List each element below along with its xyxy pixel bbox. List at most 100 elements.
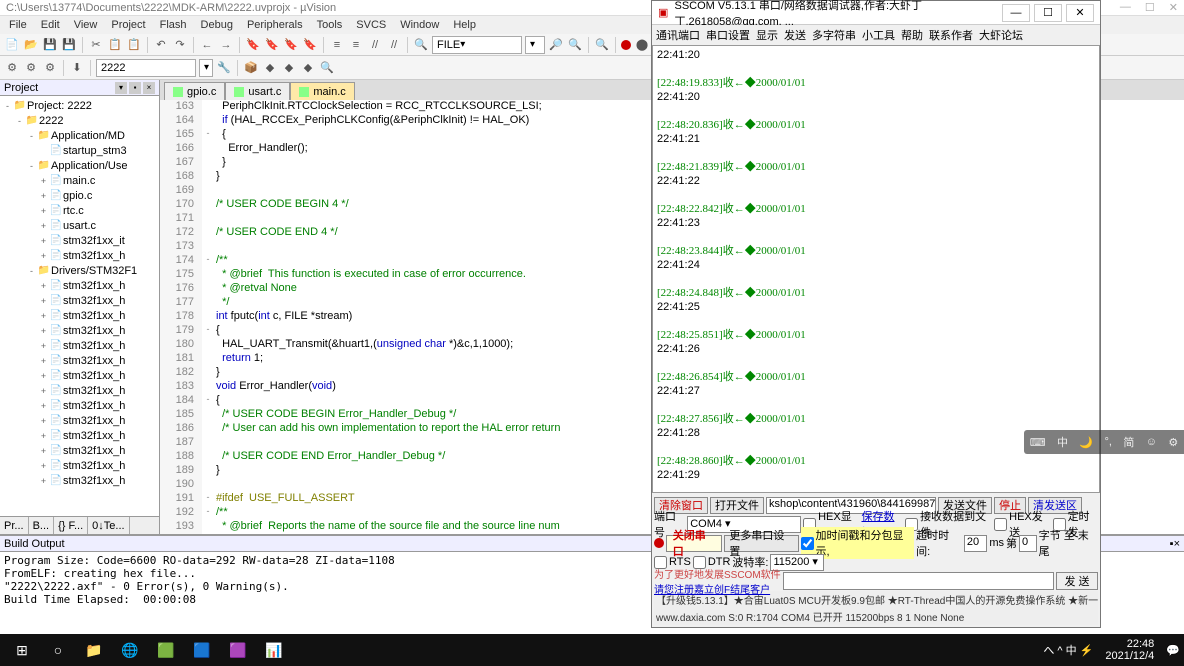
saveall-icon[interactable]: 💾	[61, 37, 77, 53]
tree-item[interactable]: +📄stm32f1xx_h	[2, 443, 157, 458]
outdent-icon[interactable]: ≡	[348, 37, 364, 53]
find-icon[interactable]: 🔍	[413, 37, 429, 53]
tree-item[interactable]: +📄stm32f1xx_h	[2, 458, 157, 473]
sscom-maximize[interactable]: ☐	[1034, 4, 1062, 22]
ime-icon[interactable]: ⌨	[1030, 436, 1046, 449]
panel-btn[interactable]: ▾	[115, 82, 127, 94]
manage2-icon[interactable]: ◆	[262, 60, 278, 76]
open-file-button[interactable]: 打开文件	[710, 497, 764, 514]
proj-tab[interactable]: B...	[29, 517, 55, 534]
uncomment-icon[interactable]: //	[386, 37, 402, 53]
tree-item[interactable]: +📄stm32f1xx_h	[2, 248, 157, 263]
proj-tab[interactable]: Pr...	[0, 517, 29, 534]
tree-item[interactable]: +📄stm32f1xx_h	[2, 398, 157, 413]
tree-item[interactable]: +📄gpio.c	[2, 188, 157, 203]
project-tabs[interactable]: Pr...B...{} F...0↓Te...	[0, 516, 159, 534]
panel-close[interactable]: ×	[143, 82, 155, 94]
tree-item[interactable]: +📄stm32f1xx_h	[2, 368, 157, 383]
tree-item[interactable]: +📄stm32f1xx_h	[2, 278, 157, 293]
ime-icon[interactable]: ☺	[1146, 436, 1157, 448]
menu-edit[interactable]: Edit	[36, 18, 65, 32]
taskbar-app-icon[interactable]: ⊞	[4, 634, 40, 666]
send-button[interactable]: 发 送	[1056, 572, 1098, 590]
menu-debug[interactable]: Debug	[196, 18, 238, 32]
tree-item[interactable]: -📁Application/MD	[2, 128, 157, 143]
paste-icon[interactable]: 📋	[126, 37, 142, 53]
file-tab-main.c[interactable]: main.c	[290, 82, 354, 100]
redo-icon[interactable]: ↷	[172, 37, 188, 53]
sscom-menubar[interactable]: 通讯端口串口设置显示发送多字符串小工具帮助联系作者大虾论坛	[652, 25, 1100, 45]
tree-item[interactable]: -📁Drivers/STM32F1	[2, 263, 157, 278]
ime-bar[interactable]: ⌨中🌙°,简☺⚙	[1024, 430, 1184, 454]
manage3-icon[interactable]: ◆	[281, 60, 297, 76]
sscom-menu-item[interactable]: 多字符串	[812, 27, 856, 43]
menu-view[interactable]: View	[69, 18, 103, 32]
tree-item[interactable]: +📄stm32f1xx_h	[2, 383, 157, 398]
taskbar-app-icon[interactable]: 🟦	[184, 634, 220, 666]
tree-item[interactable]: -📁2222	[2, 113, 157, 128]
menu-project[interactable]: Project	[106, 18, 150, 32]
bookmark2-icon[interactable]: 🔖	[264, 37, 280, 53]
search-icon[interactable]: 🔍	[567, 37, 583, 53]
tree-item[interactable]: -📁Application/Use	[2, 158, 157, 173]
send-input[interactable]	[783, 572, 1054, 590]
sscom-log[interactable]: 22:41:20 [22:48:19.833]收←◆2000/01/01 22:…	[652, 45, 1100, 493]
menu-peripherals[interactable]: Peripherals	[242, 18, 308, 32]
project-tree[interactable]: -📁Project: 2222-📁2222-📁Application/MD📄st…	[0, 96, 159, 516]
save-icon[interactable]: 💾	[42, 37, 58, 53]
back-icon[interactable]: ←	[199, 37, 215, 53]
ime-icon[interactable]: 简	[1123, 434, 1134, 450]
taskbar-app-icon[interactable]: 🟪	[220, 634, 256, 666]
tree-item[interactable]: +📄stm32f1xx_h	[2, 293, 157, 308]
taskbar[interactable]: ⊞○📁🌐🟩🟦🟪📊 へ ^ 中 ⚡ 22:48 2021/12/4 💬	[0, 634, 1184, 666]
target-combo[interactable]: 2222	[96, 59, 196, 77]
menu-window[interactable]: Window	[395, 18, 444, 32]
taskbar-app-icon[interactable]: 🌐	[112, 634, 148, 666]
sscom-menu-item[interactable]: 串口设置	[706, 27, 750, 43]
sscom-menu-item[interactable]: 帮助	[901, 27, 923, 43]
minimize-icon[interactable]: —	[1120, 1, 1131, 14]
tree-item[interactable]: +📄stm32f1xx_it	[2, 233, 157, 248]
tree-item[interactable]: +📄stm32f1xx_h	[2, 323, 157, 338]
tree-item[interactable]: +📄main.c	[2, 173, 157, 188]
copy-icon[interactable]: 📋	[107, 37, 123, 53]
menu-help[interactable]: Help	[448, 18, 481, 32]
sscom-menu-item[interactable]: 通讯端口	[656, 27, 700, 43]
sscom-menu-item[interactable]: 发送	[784, 27, 806, 43]
fwd-icon[interactable]: →	[218, 37, 234, 53]
notifications-icon[interactable]: 💬	[1166, 644, 1180, 657]
ime-icon[interactable]: 中	[1057, 434, 1068, 450]
debug-icon[interactable]: 🔍	[594, 37, 610, 53]
bookmark4-icon[interactable]: 🔖	[302, 37, 318, 53]
sscom-minimize[interactable]: —	[1002, 4, 1030, 22]
undo-icon[interactable]: ↶	[153, 37, 169, 53]
taskbar-app-icon[interactable]: 🟩	[148, 634, 184, 666]
frame-input[interactable]: 0	[1019, 535, 1037, 552]
ime-icon[interactable]: ⚙	[1168, 436, 1178, 449]
open-icon[interactable]: 📂	[23, 37, 39, 53]
ime-icon[interactable]: °,	[1104, 436, 1111, 448]
sscom-close[interactable]: ✕	[1066, 4, 1094, 22]
taskbar-clock[interactable]: 22:48 2021/12/4	[1099, 638, 1160, 662]
menu-tools[interactable]: Tools	[312, 18, 348, 32]
load-icon[interactable]: ⬇	[69, 60, 85, 76]
sscom-titlebar[interactable]: ▣ SSCOM V5.13.1 串口/网络数据调试器,作者:大虾丁丁,26180…	[652, 1, 1100, 25]
tree-item[interactable]: -📁Project: 2222	[2, 98, 157, 113]
tray-icons[interactable]: へ ^ 中 ⚡	[1043, 642, 1093, 658]
tree-item[interactable]: +📄stm32f1xx_h	[2, 428, 157, 443]
timeout-input[interactable]: 20	[964, 535, 987, 552]
new-icon[interactable]: 📄	[4, 37, 20, 53]
tree-item[interactable]: +📄stm32f1xx_h	[2, 338, 157, 353]
manage4-icon[interactable]: ◆	[300, 60, 316, 76]
clean-icon[interactable]: ⚙	[42, 60, 58, 76]
break-icon[interactable]: ⬤	[634, 37, 650, 53]
record-icon[interactable]	[621, 40, 631, 50]
bookmark-icon[interactable]: 🔖	[245, 37, 261, 53]
sscom-menu-item[interactable]: 大虾论坛	[979, 27, 1023, 43]
sscom-menu-item[interactable]: 小工具	[862, 27, 895, 43]
menu-flash[interactable]: Flash	[155, 18, 192, 32]
maximize-icon[interactable]: ☐	[1145, 1, 1155, 14]
manage5-icon[interactable]: 🔍	[319, 60, 335, 76]
more-serial-button[interactable]: 更多串口设置	[724, 535, 798, 552]
target-dd[interactable]: ▾	[199, 59, 213, 77]
